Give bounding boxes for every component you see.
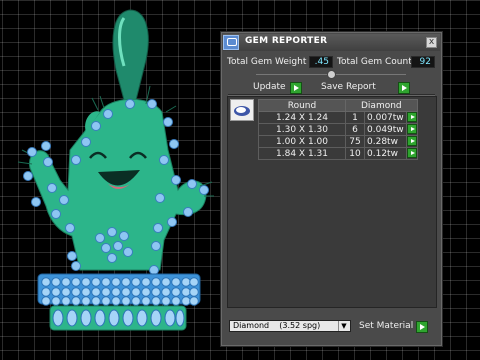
update-go-button[interactable]: [290, 82, 302, 94]
table-row[interactable]: 1.00 X 1.00 75 0.28tw: [258, 135, 418, 148]
material-select[interactable]: Diamond (3.52 spg) ▼: [229, 320, 351, 332]
row-select-button[interactable]: [406, 136, 417, 147]
total-gem-weight-label: Total Gem Weight: [227, 57, 307, 67]
row-select-button[interactable]: [406, 124, 417, 135]
save-report-go-button[interactable]: [398, 82, 410, 94]
panel-titlebar[interactable]: GEM REPORTER x: [223, 34, 440, 51]
column-header-diamond: Diamond: [345, 99, 418, 112]
panel-title: GEM REPORTER: [245, 36, 328, 46]
chevron-down-icon[interactable]: ▼: [338, 321, 349, 331]
row-weight: 0.28tw: [364, 135, 407, 148]
gem-table-area: Round Diamond 1.24 X 1.24 1 0.007tw 1.30…: [227, 96, 437, 308]
gem-table: Round Diamond 1.24 X 1.24 1 0.007tw 1.30…: [258, 99, 418, 160]
row-size: 1.30 X 1.30: [258, 123, 346, 136]
row-weight: 0.007tw: [364, 111, 407, 124]
gem-icon: [230, 99, 254, 121]
row-weight: 0.049tw: [364, 123, 407, 136]
table-row[interactable]: 1.30 X 1.30 6 0.049tw: [258, 123, 418, 136]
total-gem-count-label: Total Gem Count: [337, 57, 412, 67]
save-report-button-label[interactable]: Save Report: [321, 81, 376, 94]
update-button-label[interactable]: Update: [253, 81, 286, 94]
table-row[interactable]: 1.84 X 1.31 10 0.12tw: [258, 147, 418, 160]
row-select-button[interactable]: [406, 148, 417, 159]
table-header-row: Round Diamond: [258, 99, 418, 112]
table-row[interactable]: 1.24 X 1.24 1 0.007tw: [258, 111, 418, 124]
row-count: 10: [345, 147, 365, 160]
row-count: 1: [345, 111, 365, 124]
column-header-round: Round: [258, 99, 346, 112]
row-weight: 0.12tw: [364, 147, 407, 160]
row-count: 75: [345, 135, 365, 148]
set-material-go-button[interactable]: [416, 321, 428, 333]
total-gem-weight-value: .45: [309, 56, 333, 68]
row-select-button[interactable]: [406, 112, 417, 123]
total-gem-count-value: 92: [411, 56, 435, 68]
row-size: 1.00 X 1.00: [258, 135, 346, 148]
row-size: 1.84 X 1.31: [258, 147, 346, 160]
panel-slider-knob[interactable]: [327, 70, 336, 79]
gem-reporter-panel: GEM REPORTER x Total Gem Weight .45 Tota…: [220, 31, 443, 347]
row-size: 1.24 X 1.24: [258, 111, 346, 124]
close-button[interactable]: x: [426, 37, 437, 48]
row-count: 6: [345, 123, 365, 136]
material-select-value: Diamond (3.52 spg): [233, 321, 321, 330]
app-logo-icon: [223, 35, 239, 50]
set-material-button-label[interactable]: Set Material: [359, 320, 413, 333]
